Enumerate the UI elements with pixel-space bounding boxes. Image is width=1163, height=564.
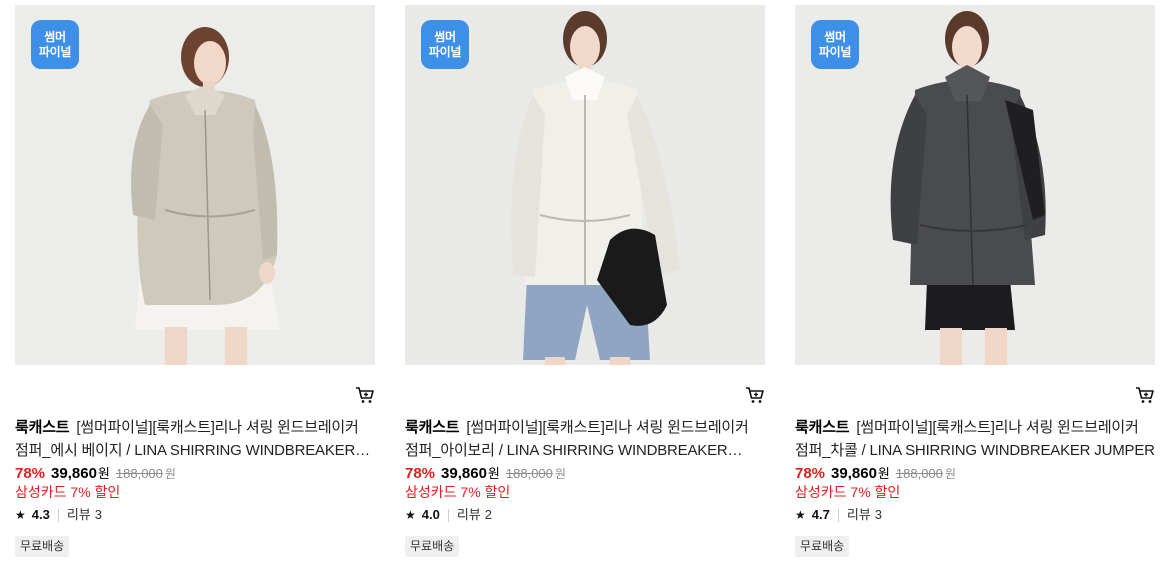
badge-line-1: 썸머 <box>44 29 66 44</box>
divider <box>837 508 839 522</box>
sale-price: 39,860 <box>831 465 877 482</box>
discount-rate: 78% <box>405 465 436 482</box>
reviews-count: 3 <box>94 507 102 522</box>
price-row: 78% 39,860원 188,000 원 <box>795 465 956 483</box>
original-price: 188,000 <box>115 466 163 481</box>
product-title[interactable]: 룩캐스트 [썸머파이널][룩캐스트]리나 셔링 윈드브레이커 점퍼_차콜 / LI… <box>795 416 1155 462</box>
original-price: 188,000 <box>505 466 553 481</box>
price-row: 78% 39,860원 188,000 원 <box>405 465 566 483</box>
currency-unit: 원 <box>487 466 500 481</box>
badge-line-1: 썸머 <box>434 29 456 44</box>
star-icon: ★ <box>795 508 806 522</box>
badge-line-2: 파이널 <box>38 44 72 59</box>
card-discount-promo: 삼성카드 7% 할인 <box>15 484 121 500</box>
summer-final-badge: 썸머 파이널 <box>31 20 79 69</box>
cart-icon[interactable] <box>745 385 765 405</box>
discount-rate: 78% <box>795 465 826 482</box>
currency-unit: 원 <box>97 466 110 481</box>
discount-rate: 78% <box>15 465 46 482</box>
divider <box>57 508 59 522</box>
rating-reviews: ★ 4.3 리뷰 3 <box>15 507 102 523</box>
badge-line-1: 썸머 <box>824 29 846 44</box>
product-image[interactable]: 썸머 파이널 <box>795 5 1155 365</box>
price-row: 78% 39,860원 188,000 원 <box>15 465 176 483</box>
original-currency-unit: 원 <box>554 467 566 481</box>
product-card[interactable]: 썸머 파이널 룩캐스트 [썸머파이널][룩캐스트]리나 셔링 윈드브레이커 점퍼_… <box>15 5 375 561</box>
reviews-count: 3 <box>874 507 882 522</box>
divider <box>447 508 449 522</box>
cart-icon[interactable] <box>1135 385 1155 405</box>
card-discount-promo: 삼성카드 7% 할인 <box>795 484 901 500</box>
reviews-count: 2 <box>484 507 492 522</box>
free-shipping-tag: 무료배송 <box>15 536 70 557</box>
star-icon: ★ <box>405 508 416 522</box>
brand-name[interactable]: 룩캐스트 <box>795 419 850 436</box>
reviews-label: 리뷰 <box>66 507 91 522</box>
currency-unit: 원 <box>877 466 890 481</box>
summer-final-badge: 썸머 파이널 <box>811 20 859 69</box>
original-price: 188,000 <box>895 466 943 481</box>
original-currency-unit: 원 <box>164 467 176 481</box>
original-currency-unit: 원 <box>944 467 956 481</box>
product-title[interactable]: 룩캐스트 [썸머파이널][룩캐스트]리나 셔링 윈드브레이커 점퍼_에시 베이지 … <box>15 416 375 462</box>
product-card[interactable]: 썸머 파이널 룩캐스트 [썸머파이널][룩캐스트]리나 셔링 윈드브레이커 점퍼_… <box>795 5 1155 561</box>
brand-name[interactable]: 룩캐스트 <box>15 419 70 436</box>
sale-price: 39,860 <box>441 465 487 482</box>
badge-line-2: 파이널 <box>818 44 852 59</box>
product-image[interactable]: 썸머 파이널 <box>405 5 765 365</box>
reviews-label: 리뷰 <box>846 507 871 522</box>
free-shipping-tag: 무료배송 <box>405 536 460 557</box>
cart-icon[interactable] <box>355 385 375 405</box>
free-shipping-tag: 무료배송 <box>795 536 850 557</box>
product-title[interactable]: 룩캐스트 [썸머파이널][룩캐스트]리나 셔링 윈드브레이커 점퍼_아이보리 / … <box>405 416 765 462</box>
rating-reviews: ★ 4.0 리뷰 2 <box>405 507 492 523</box>
reviews-label: 리뷰 <box>456 507 481 522</box>
product-card[interactable]: 썸머 파이널 룩캐스트 [썸머파이널][룩캐스트]리나 셔링 윈드브레이커 점퍼_… <box>405 5 765 561</box>
product-image[interactable]: 썸머 파이널 <box>15 5 375 365</box>
brand-name[interactable]: 룩캐스트 <box>405 419 460 436</box>
rating-value: 4.3 <box>31 507 50 522</box>
rating-value: 4.7 <box>811 507 830 522</box>
badge-line-2: 파이널 <box>428 44 462 59</box>
card-discount-promo: 삼성카드 7% 할인 <box>405 484 511 500</box>
rating-value: 4.0 <box>421 507 440 522</box>
rating-reviews: ★ 4.7 리뷰 3 <box>795 507 882 523</box>
sale-price: 39,860 <box>51 465 97 482</box>
summer-final-badge: 썸머 파이널 <box>421 20 469 69</box>
star-icon: ★ <box>15 508 26 522</box>
